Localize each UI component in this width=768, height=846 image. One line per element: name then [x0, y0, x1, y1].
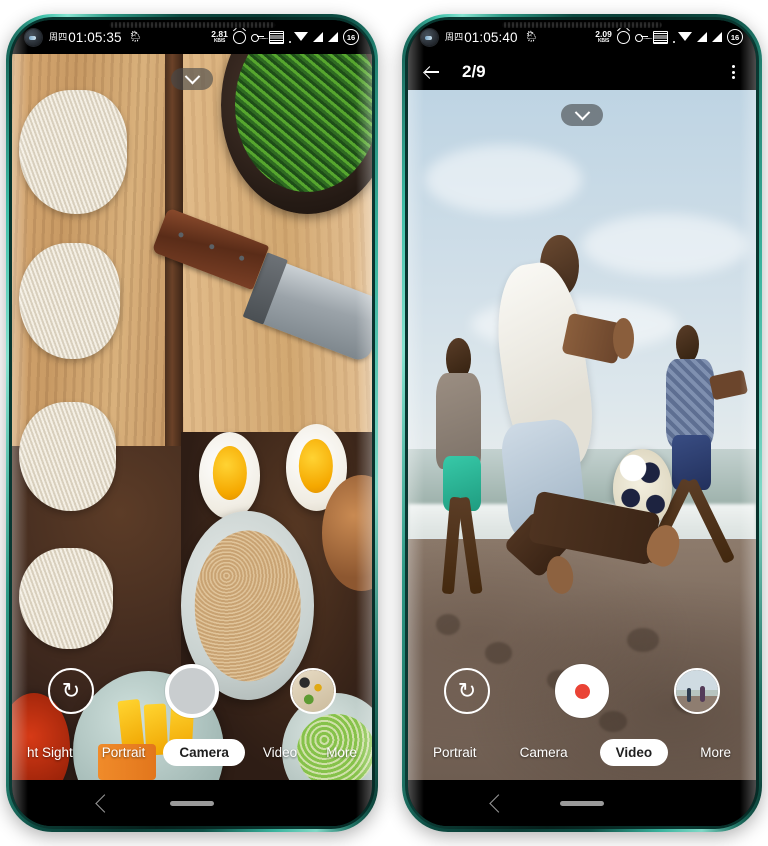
status-day-of-week: 周四: [445, 32, 464, 42]
volte-icon: [268, 30, 284, 44]
phone-left: 周四01:05:35 🌦 2.81 KB/S 16 ↻ ht Sight Por…: [6, 14, 378, 832]
noodle-bundle: [19, 402, 117, 512]
back-arrow-icon[interactable]: [422, 62, 442, 82]
key-icon: [634, 32, 648, 43]
navigation-bar: [12, 780, 372, 826]
noodle-bundle: [19, 90, 128, 214]
expand-settings-button[interactable]: [171, 68, 213, 90]
camera-viewfinder[interactable]: ↻ ht Sight Portrait Camera Video More: [12, 54, 372, 780]
navigation-bar: [408, 780, 756, 826]
shutter-button[interactable]: [165, 664, 219, 718]
nav-back-icon[interactable]: [95, 793, 115, 813]
record-button[interactable]: [555, 664, 609, 718]
camera-controls: ↻: [12, 660, 372, 722]
status-clock: 周四01:05:35: [49, 30, 122, 45]
front-camera-punchhole-icon: [25, 28, 42, 46]
key-icon: [250, 32, 264, 43]
camera-mode-bar: ht Sight Portrait Camera Video More: [12, 732, 372, 772]
phone-screen-left: 周四01:05:35 🌦 2.81 KB/S 16 ↻ ht Sight Por…: [12, 20, 372, 826]
expand-settings-button[interactable]: [561, 104, 603, 126]
alarm-icon: [232, 30, 246, 44]
status-bar-right: 2.09 KB/S 16: [595, 29, 743, 45]
record-dot-icon: [574, 683, 590, 699]
earpiece-speaker-icon: [501, 22, 663, 28]
mode-portrait[interactable]: Portrait: [91, 739, 157, 766]
thumbnail-image: [676, 670, 718, 712]
camera-flip-icon: ↻: [457, 678, 477, 703]
network-speed-indicator: 2.81 KB/S: [211, 30, 228, 44]
mode-more[interactable]: More: [315, 739, 368, 766]
nav-home-pill[interactable]: [560, 800, 604, 806]
camera-flip-icon: ↻: [61, 678, 81, 703]
weather-emoji-icon: 🌦: [524, 30, 539, 43]
mode-more[interactable]: More: [689, 739, 742, 766]
kebab-menu-icon[interactable]: [724, 63, 742, 81]
status-time: 01:05:40: [464, 29, 518, 45]
mode-portrait[interactable]: Portrait: [422, 739, 488, 766]
camera-viewfinder[interactable]: ↻ Portrait Camera Video More: [408, 90, 756, 780]
status-bar-right: 2.81 KB/S 16: [211, 29, 359, 45]
chevron-down-icon: [574, 104, 590, 120]
boiled-egg: [199, 431, 261, 519]
status-day-of-week: 周四: [49, 32, 68, 42]
gallery-thumbnail-button[interactable]: [674, 668, 720, 714]
status-time: 01:05:35: [68, 29, 122, 45]
phone-right: 周四01:05:40 🌦 2.09 KB/S 16 2/9 ↻ Portrait…: [402, 14, 762, 832]
thumbnail-image: [292, 670, 334, 712]
noodle-bundle: [19, 242, 120, 359]
wifi-dot-icon: [288, 40, 291, 43]
network-speed-unit: KB/S: [597, 37, 610, 44]
mode-video[interactable]: Video: [599, 738, 669, 766]
mode-video[interactable]: Video: [252, 739, 308, 766]
player-background-right: [675, 324, 699, 363]
noodle-bundle: [19, 547, 113, 650]
mode-camera[interactable]: Camera: [163, 738, 245, 766]
camera-mode-bar: Portrait Camera Video More: [408, 732, 756, 772]
gallery-header: 2/9: [408, 54, 756, 90]
battery-indicator: 16: [727, 29, 743, 45]
signal-icon-1: [697, 32, 707, 42]
wifi-dot-icon: [672, 40, 675, 43]
wifi-icon: [294, 31, 308, 41]
network-speed-indicator: 2.09 KB/S: [595, 30, 612, 44]
front-camera-punchhole-icon: [421, 28, 438, 46]
gallery-thumbnail-button[interactable]: [290, 668, 336, 714]
camera-controls: ↻: [408, 660, 756, 722]
signal-icon-2: [328, 32, 338, 42]
status-bar-left: 周四01:05:35 🌦: [25, 28, 211, 46]
nav-back-icon[interactable]: [488, 793, 508, 813]
network-speed-unit: KB/S: [213, 37, 226, 44]
camera-flip-button[interactable]: ↻: [48, 668, 94, 714]
signal-icon-2: [712, 32, 722, 42]
alarm-icon: [616, 30, 630, 44]
volte-icon: [652, 30, 668, 44]
signal-icon-1: [313, 32, 323, 42]
camera-flip-button[interactable]: ↻: [444, 668, 490, 714]
weather-emoji-icon: 🌦: [128, 30, 143, 43]
earpiece-speaker-icon: [109, 22, 275, 28]
phone-screen-right: 周四01:05:40 🌦 2.09 KB/S 16 2/9 ↻ Portrait…: [408, 20, 756, 826]
mode-night-sight[interactable]: ht Sight: [16, 739, 84, 766]
status-bar-left: 周四01:05:40 🌦: [421, 28, 595, 46]
screenshot-stage: 周四01:05:35 🌦 2.81 KB/S 16 ↻ ht Sight Por…: [0, 0, 768, 846]
chevron-down-icon: [184, 68, 200, 84]
nav-home-pill[interactable]: [170, 800, 214, 806]
page-counter-title: 2/9: [462, 62, 486, 81]
mode-camera[interactable]: Camera: [509, 739, 579, 766]
battery-indicator: 16: [343, 29, 359, 45]
status-clock: 周四01:05:40: [445, 30, 518, 45]
wifi-icon: [678, 31, 692, 41]
